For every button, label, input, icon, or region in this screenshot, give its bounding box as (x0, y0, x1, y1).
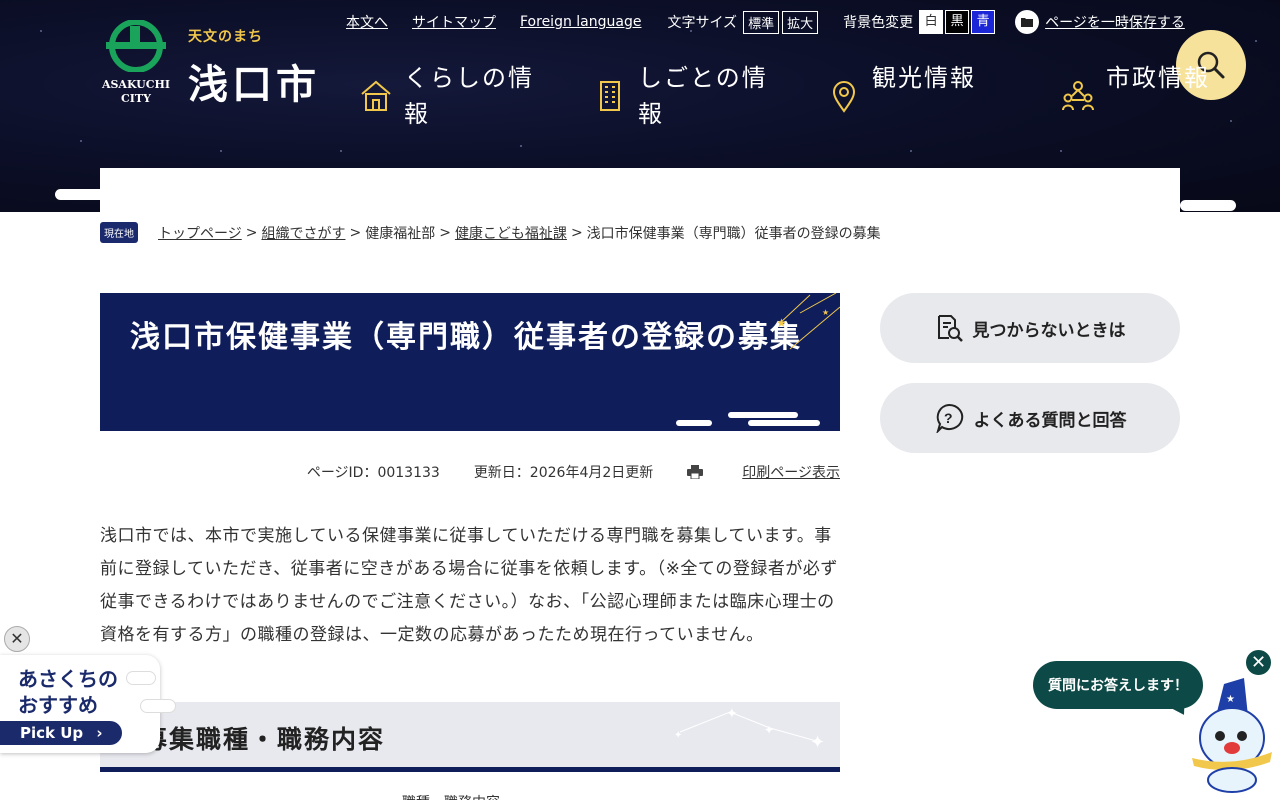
svg-text:✦: ✦ (764, 723, 776, 737)
font-size-standard-button[interactable]: 標準 (743, 10, 780, 34)
print-link[interactable]: 印刷ページ表示 (687, 462, 840, 482)
font-size-switcher: 文字サイズ 標準 拡大 (667, 10, 821, 34)
print-label: 印刷ページ表示 (742, 465, 840, 481)
nav-work-label: しごとの情報 (638, 64, 768, 128)
nav-living-label: くらしの情報 (404, 64, 534, 128)
intro-paragraph: 浅口市では、本市で実施している保健事業に従事していただける専門職を募集しています… (100, 526, 838, 645)
nav-work[interactable]: しごとの情報 (592, 60, 826, 132)
breadcrumb: 現在地 トップページ > 組織でさがす > 健康福祉部 > 健康こども福祉課 >… (100, 222, 881, 243)
cloud-decoration (140, 699, 176, 713)
breadcrumb-current: 浅口市保健事業（専門職）従事者の登録の募集 (586, 225, 881, 242)
site-header: ASAKUCHI CITY 天文のまち 浅口市 本文へ サイトマップ Forei… (0, 0, 1280, 212)
nav-living[interactable]: くらしの情報 (358, 60, 592, 132)
cloud-decoration (748, 420, 820, 426)
constellation-decoration: ✦ ✦ ✦ ✦ (674, 706, 827, 753)
bg-color-switcher: 背景色変更 白 黒 青 (843, 10, 997, 34)
save-page-link[interactable]: ページを一時保存する (1015, 10, 1185, 34)
logo-city-en: ASAKUCHI CITY (101, 78, 171, 105)
breadcrumb-top[interactable]: トップページ (158, 223, 242, 243)
current-location-badge: 現在地 (100, 222, 138, 243)
nav-government[interactable]: 市政情報 (1060, 60, 1280, 132)
pickup-title-line2: おすすめ (18, 693, 98, 717)
header-content-edge (100, 168, 1180, 212)
shooting-stars-decoration: ★ ★ (776, 293, 840, 350)
svg-text:?: ? (944, 410, 953, 426)
chatbot-close-button[interactable]: ✕ (1244, 648, 1273, 677)
bg-black-button[interactable]: 黒 (945, 10, 970, 34)
breadcrumb-organization[interactable]: 組織でさがす (261, 223, 345, 243)
sitemap-link[interactable]: サイトマップ (412, 12, 496, 32)
not-found-label: 見つからないときは (972, 320, 1126, 341)
pickup-close-button[interactable]: ✕ (4, 626, 30, 652)
city-emblem-icon (106, 20, 166, 72)
font-size-label: 文字サイズ (667, 15, 738, 31)
utility-bar: 本文へ サイトマップ Foreign language 文字サイズ 標準 拡大 … (346, 10, 1185, 34)
logo-tagline: 天文のまち (188, 29, 263, 45)
nav-tourism-label: 観光情報 (872, 64, 976, 92)
pickup-label: Pick Up › (0, 721, 122, 745)
chatbot-text: 質問にお答えします！ (1048, 678, 1188, 694)
skip-to-content-link[interactable]: 本文へ (346, 12, 388, 32)
table-header-peek: 職種・職務内容 (402, 792, 500, 800)
section-heading: ✦ ✦ ✦ ✦ 募集職種・職務内容 (100, 702, 840, 772)
faq-button[interactable]: ? よくある質問と回答 (880, 383, 1180, 453)
mascot-character-icon[interactable]: ★ (1186, 676, 1278, 794)
svg-text:✦: ✦ (726, 706, 740, 722)
cloud-decoration (100, 168, 160, 179)
page-title: 浅口市保健事業（専門職）従事者の登録の募集 (130, 320, 802, 355)
house-icon (361, 80, 391, 111)
font-size-large-button[interactable]: 拡大 (782, 10, 819, 34)
page-meta: ページID：0013133 更新日：2026年4月2日更新 印刷ページ表示 (100, 462, 840, 482)
not-found-button[interactable]: 見つからないときは (880, 293, 1180, 363)
foreign-language-link[interactable]: Foreign language (520, 14, 641, 30)
cloud-decoration (1083, 180, 1146, 191)
breadcrumb-division[interactable]: 健康こども福祉課 (455, 223, 567, 243)
cloud-decoration (126, 671, 156, 685)
global-nav: くらしの情報 しごとの情報 観光情報 市政情報 (358, 60, 1280, 132)
folder-icon (1015, 10, 1040, 34)
bg-blue-button[interactable]: 青 (971, 10, 996, 34)
cloud-decoration (55, 189, 165, 200)
svg-text:★: ★ (776, 316, 789, 330)
building-icon (600, 81, 620, 111)
people-icon (1062, 81, 1094, 111)
page-id: ページID：0013133 (306, 465, 440, 481)
nav-government-label: 市政情報 (1106, 64, 1210, 92)
cloud-decoration (728, 412, 798, 418)
svg-text:✦: ✦ (810, 732, 827, 753)
svg-text:★: ★ (1226, 694, 1235, 705)
cloud-decoration (676, 420, 712, 426)
breadcrumb-department: 健康福祉部 (365, 225, 436, 242)
save-page-label: ページを一時保存する (1045, 15, 1185, 31)
document-search-icon (937, 315, 963, 342)
logo-name: 浅口市 (188, 61, 320, 108)
updated-date: 更新日：2026年4月2日更新 (473, 465, 654, 481)
svg-text:✦: ✦ (674, 730, 684, 741)
nav-tourism[interactable]: 観光情報 (826, 60, 1060, 132)
pickup-title-line1: あさくちの (18, 667, 118, 691)
svg-text:★: ★ (822, 308, 831, 317)
cloud-decoration (1180, 200, 1236, 211)
chevron-right-icon: › (96, 724, 103, 742)
faq-label: よくある質問と回答 (973, 410, 1127, 431)
page-title-banner: ★ ★ 浅口市保健事業（専門職）従事者の登録の募集 (100, 293, 840, 431)
bg-white-button[interactable]: 白 (919, 10, 944, 34)
bg-color-label: 背景色変更 (843, 15, 914, 31)
map-pin-icon (832, 81, 856, 113)
site-logo[interactable]: ASAKUCHI CITY 天文のまち 浅口市 (100, 20, 330, 110)
pickup-banner[interactable]: あさくちの おすすめ Pick Up › (0, 655, 180, 755)
printer-icon (687, 465, 704, 479)
question-bubble-icon: ? (935, 403, 963, 433)
